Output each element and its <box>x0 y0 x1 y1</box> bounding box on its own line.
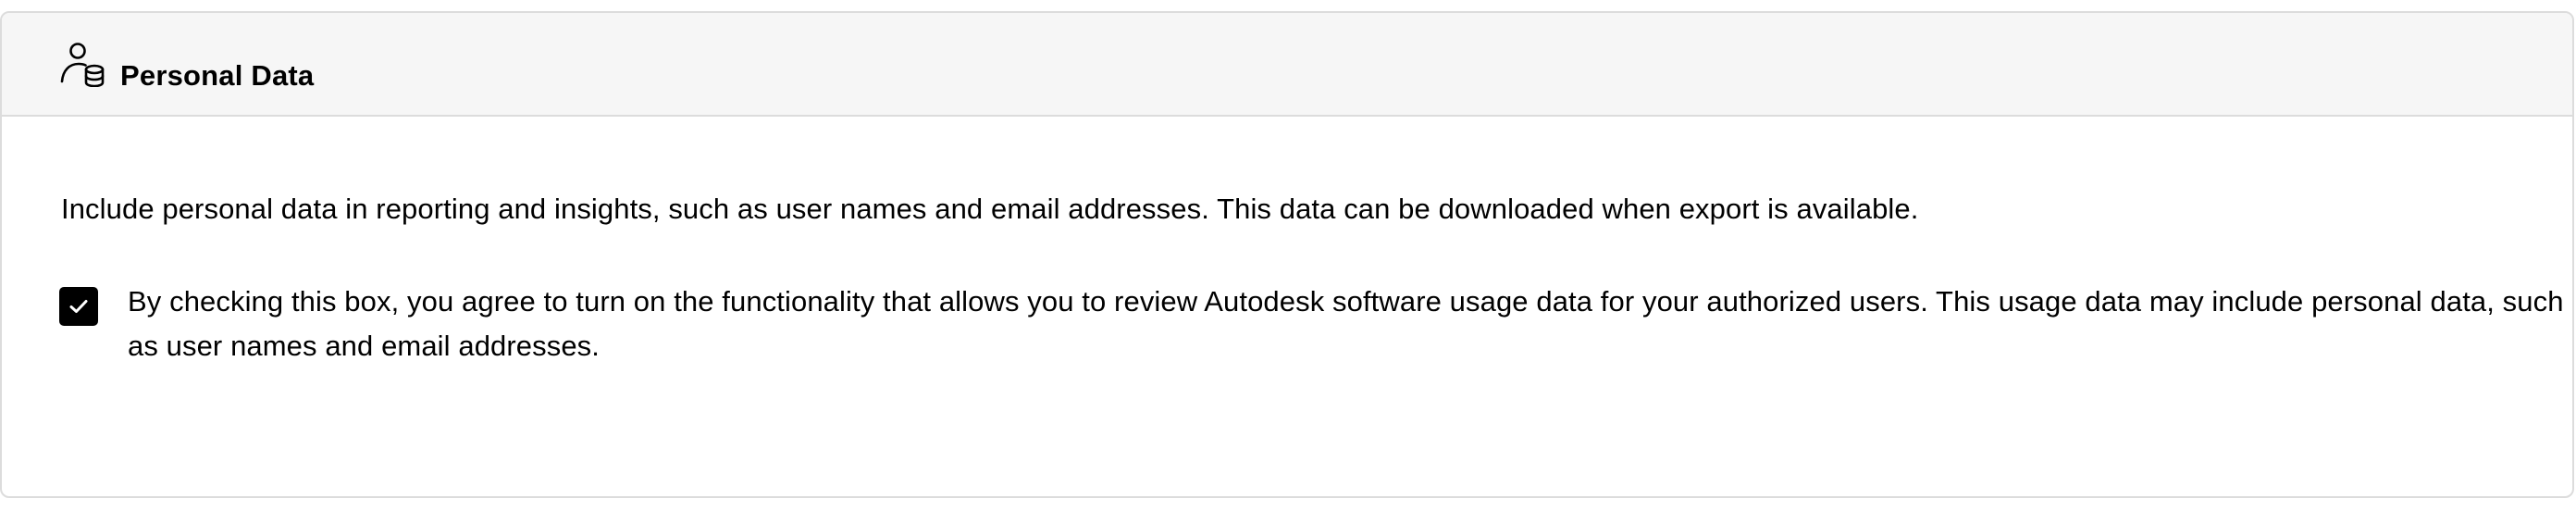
section-title: Personal Data <box>120 59 315 92</box>
personal-data-description: Include personal data in reporting and i… <box>61 193 1919 225</box>
user-database-icon <box>59 41 107 88</box>
checkmark-icon <box>69 300 88 313</box>
consent-label[interactable]: By checking this box, you agree to turn … <box>128 280 2572 368</box>
personal-data-card: Personal Data Include personal data in r… <box>0 11 2574 498</box>
consent-checkbox[interactable] <box>59 287 98 326</box>
card-header: Personal Data <box>2 13 2572 117</box>
